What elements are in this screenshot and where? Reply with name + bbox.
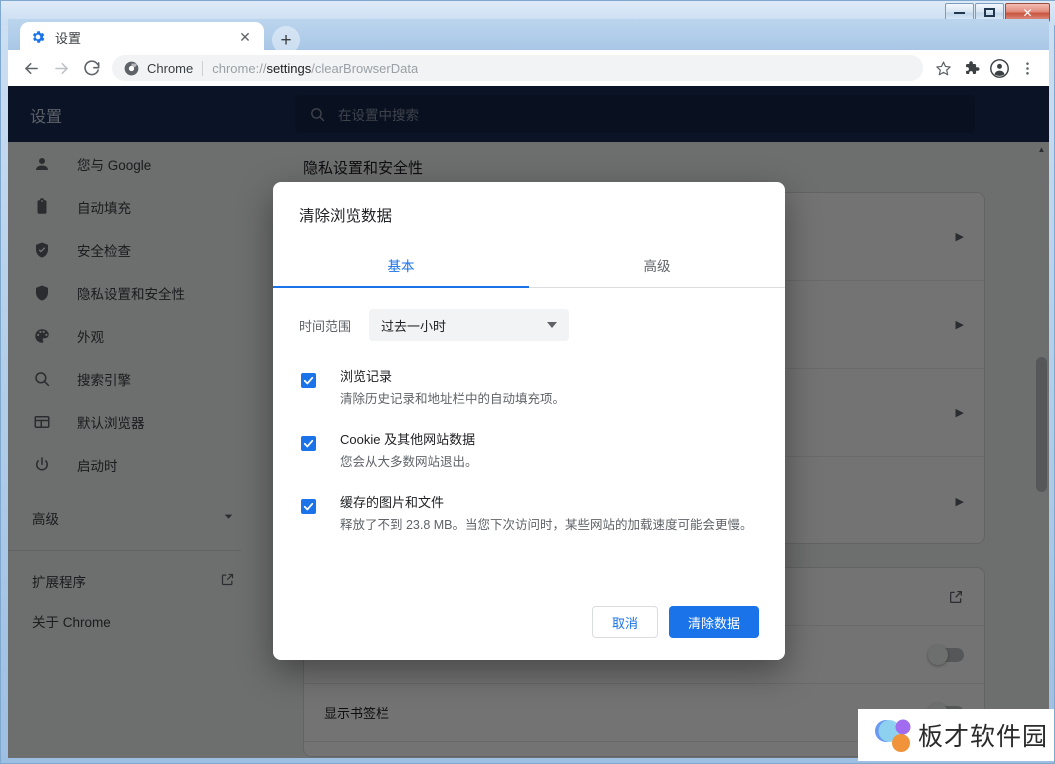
watermark-logo-icon bbox=[872, 716, 918, 754]
checkbox-title: 浏览记录 bbox=[340, 369, 393, 384]
puzzle-icon[interactable] bbox=[957, 54, 985, 82]
url-prefix: chrome:// bbox=[212, 60, 267, 76]
browser-toolbar: Chrome chrome://settings/clearBrowserDat… bbox=[8, 50, 1049, 86]
security-scheme-label: Chrome bbox=[147, 60, 194, 76]
tab-advanced[interactable]: 高级 bbox=[529, 242, 785, 287]
arrow-right-icon bbox=[54, 62, 68, 74]
url-bold: settings bbox=[266, 60, 312, 76]
tab-title: 设置 bbox=[55, 30, 82, 46]
browser-window-frame: ✕ 设置 ✕ + Chrome chrome://settings/clearB… bbox=[0, 0, 1055, 764]
checkbox-browsing-history[interactable]: 浏览记录 清除历史记录和地址栏中的自动填充项。 bbox=[299, 367, 759, 409]
checkbox-cookies[interactable]: Cookie 及其他网站数据 您会从大多数网站退出。 bbox=[299, 430, 759, 472]
watermark: 板才软件园 bbox=[858, 709, 1054, 761]
screenshot-root: ✕ 设置 ✕ + Chrome chrome://settings/clearB… bbox=[0, 0, 1055, 764]
minimize-icon bbox=[954, 11, 965, 14]
time-range-label: 时间范围 bbox=[299, 318, 352, 334]
checkbox-cached-files[interactable]: 缓存的图片和文件 释放了不到 23.8 MB。当您下次访问时，某些网站的加载速度… bbox=[299, 493, 759, 535]
omnibox-url: chrome://settings/clearBrowserData bbox=[212, 61, 418, 76]
clear-data-button[interactable]: 清除数据 bbox=[668, 606, 759, 638]
checkbox-text: 浏览记录 清除历史记录和地址栏中的自动填充项。 bbox=[340, 367, 565, 409]
omnibox-divider bbox=[202, 60, 204, 76]
dialog-body: 时间范围 过去一小时 浏览记录 清除历史记录和地址栏中的自动填充项。 Cooki… bbox=[273, 288, 785, 606]
browser-tab-settings[interactable]: 设置 ✕ bbox=[20, 22, 264, 52]
checkbox-title: 缓存的图片和文件 bbox=[340, 495, 445, 510]
tab-label: 高级 bbox=[643, 258, 671, 274]
three-dot-menu-icon[interactable] bbox=[1013, 54, 1041, 82]
checkbox-title: Cookie 及其他网站数据 bbox=[340, 432, 476, 447]
checkbox-checked-icon[interactable] bbox=[301, 499, 316, 514]
dialog-tabs: 基本 高级 bbox=[273, 242, 785, 288]
plus-icon: + bbox=[280, 29, 292, 51]
time-range-row: 时间范围 过去一小时 bbox=[299, 309, 759, 341]
checkbox-checked-icon[interactable] bbox=[301, 373, 316, 388]
checkbox-text: Cookie 及其他网站数据 您会从大多数网站退出。 bbox=[340, 430, 478, 472]
profile-avatar-icon[interactable] bbox=[985, 54, 1013, 82]
clear-browsing-data-dialog: 清除浏览数据 基本 高级 时间范围 过去一小时 浏览记录 清除历史记录和地址栏中… bbox=[273, 182, 785, 660]
address-bar[interactable]: Chrome chrome://settings/clearBrowserDat… bbox=[112, 55, 923, 81]
star-icon[interactable] bbox=[929, 54, 957, 82]
checkbox-description: 您会从大多数网站退出。 bbox=[340, 455, 478, 469]
tab-basic[interactable]: 基本 bbox=[273, 242, 529, 288]
reload-icon bbox=[83, 59, 99, 75]
checkbox-checked-icon[interactable] bbox=[301, 436, 316, 451]
back-button[interactable] bbox=[16, 53, 46, 83]
gear-icon bbox=[30, 29, 46, 45]
maximize-icon bbox=[984, 8, 995, 17]
chevron-down-icon bbox=[547, 322, 558, 328]
reload-button[interactable] bbox=[76, 53, 106, 83]
forward-button[interactable] bbox=[46, 53, 76, 83]
checkbox-text: 缓存的图片和文件 释放了不到 23.8 MB。当您下次访问时，某些网站的加载速度… bbox=[340, 493, 753, 535]
tab-label: 基本 bbox=[387, 258, 415, 274]
checkbox-description: 清除历史记录和地址栏中的自动填充项。 bbox=[340, 392, 566, 406]
settings-page: 设置 在设置中搜索 您与 Google bbox=[8, 86, 1049, 758]
watermark-text: 板才软件园 bbox=[918, 723, 1049, 751]
tab-close-icon[interactable]: ✕ bbox=[236, 28, 254, 46]
tab-strip: 设置 ✕ + bbox=[8, 19, 1049, 54]
time-range-select[interactable]: 过去一小时 bbox=[369, 309, 570, 341]
cancel-button[interactable]: 取消 bbox=[591, 606, 658, 638]
time-range-value: 过去一小时 bbox=[381, 318, 447, 334]
close-icon: ✕ bbox=[1022, 5, 1033, 20]
dialog-footer: 取消 清除数据 bbox=[273, 606, 785, 660]
url-suffix: /clearBrowserData bbox=[311, 60, 419, 76]
checkbox-description: 释放了不到 23.8 MB。当您下次访问时，某些网站的加载速度可能会更慢。 bbox=[340, 518, 753, 532]
arrow-left-icon bbox=[24, 62, 38, 74]
chrome-logo-icon bbox=[124, 61, 139, 76]
dialog-title: 清除浏览数据 bbox=[299, 208, 393, 225]
